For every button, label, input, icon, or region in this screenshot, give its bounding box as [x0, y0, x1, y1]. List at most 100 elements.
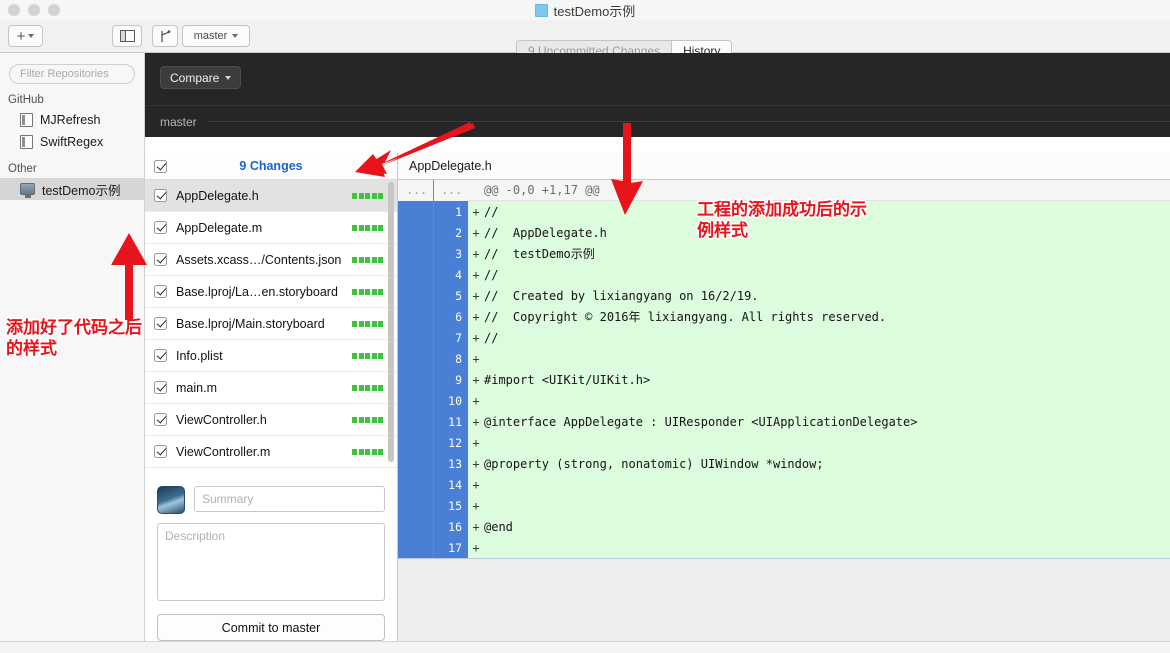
diff-line-sign: +: [472, 456, 480, 471]
file-checkbox[interactable]: [154, 445, 167, 458]
file-name: Assets.xcass…/Contents.json: [176, 252, 342, 267]
window-title: testDemo示例: [0, 0, 1170, 20]
diff-line-text: // AppDelegate.h: [484, 225, 607, 240]
diff-line-number-new: 1: [434, 201, 468, 222]
sidebar-toggle-button[interactable]: [112, 25, 142, 47]
diff-line-number-old: [398, 264, 434, 285]
diff-content[interactable]: ...... @@ -0,0 +1,17 @@ 1 + // 2 + // AppDelega…: [398, 180, 1170, 653]
file-checkbox[interactable]: [154, 285, 167, 298]
file-row[interactable]: AppDelegate.h: [145, 180, 397, 212]
diff-line-number-new: 7: [434, 327, 468, 348]
file-checkbox[interactable]: [154, 221, 167, 234]
add-repository-button[interactable]: +: [8, 25, 43, 47]
diff-line-sign: +: [472, 477, 480, 492]
diff-line-number-old: [398, 390, 434, 411]
diff-line: 3 + // testDemo示例: [398, 243, 1170, 264]
file-checkbox[interactable]: [154, 189, 167, 202]
diff-line-number-new: 13: [434, 453, 468, 474]
repository-sidebar: Filter Repositories GitHub MJRefresh Swi…: [0, 53, 145, 641]
diff-line-text: // testDemo示例: [484, 247, 595, 261]
diff-line-number-old: [398, 411, 434, 432]
file-row[interactable]: Base.lproj/Main.storyboard: [145, 308, 397, 340]
compare-button-label: Compare: [170, 70, 220, 85]
window-titlebar: testDemo示例: [0, 0, 1170, 20]
filter-repositories-input[interactable]: Filter Repositories: [9, 64, 135, 84]
diff-line-number-old: [398, 327, 434, 348]
diff-line: 13 + @property (strong, nonatomic) UIWindo…: [398, 453, 1170, 474]
change-indicator-bars: [352, 352, 383, 359]
file-row[interactable]: Info.plist: [145, 340, 397, 372]
file-row[interactable]: ViewController.h: [145, 404, 397, 436]
window-title-text: testDemo示例: [553, 3, 636, 19]
change-indicator-bars: [352, 416, 383, 423]
sidebar-item-testdemo[interactable]: testDemo示例: [0, 178, 144, 200]
file-checkbox[interactable]: [154, 349, 167, 362]
diff-line-sign: +: [472, 519, 480, 534]
sidebar-item-mjrefresh[interactable]: MJRefresh: [0, 109, 144, 131]
diff-line: 11 + @interface AppDelegate : UIResponder …: [398, 411, 1170, 432]
branch-selector-label: master: [193, 30, 228, 42]
change-indicator-bars: [352, 224, 383, 231]
diff-line-number-new: 12: [434, 432, 468, 453]
file-row[interactable]: ViewController.m: [145, 436, 397, 468]
diff-line-number-old: [398, 201, 434, 222]
commit-summary-input[interactable]: Summary: [194, 486, 385, 512]
sidebar-section-github: GitHub: [8, 94, 44, 106]
diff-line: 9 + #import <UIKit/UIKit.h>: [398, 369, 1170, 390]
diff-line-sign: +: [472, 204, 480, 219]
changed-files-list[interactable]: AppDelegate.h AppDelegate.m Assets.xcass…/…: [145, 180, 397, 476]
branch-graph-line: [208, 121, 1170, 122]
file-checkbox[interactable]: [154, 317, 167, 330]
file-row[interactable]: Assets.xcass…/Contents.json: [145, 244, 397, 276]
diff-line: 4 + //: [398, 264, 1170, 285]
diff-line: 1 + //: [398, 201, 1170, 222]
changes-panel: 9 Changes AppDelegate.h AppDelegate.m Asse…: [145, 153, 398, 653]
compare-button[interactable]: Compare: [160, 66, 242, 89]
diff-line-sign: +: [472, 393, 480, 408]
diff-line-number-new: 5: [434, 285, 468, 306]
changes-header: 9 Changes: [145, 153, 397, 180]
file-row[interactable]: AppDelegate.m: [145, 212, 397, 244]
file-list-scrollbar[interactable]: [388, 182, 394, 462]
diff-line-text: @property (strong, nonatomic) UIWindow *…: [484, 456, 824, 471]
diff-line-number-old: [398, 369, 434, 390]
branch-selector-button[interactable]: master: [182, 25, 250, 47]
commit-description-input[interactable]: Description: [157, 523, 385, 601]
chevron-down-icon: [232, 34, 239, 38]
diff-line-number-new: 15: [434, 495, 468, 516]
diff-line-text: #import <UIKit/UIKit.h>: [484, 372, 651, 387]
diff-line: 5 + // Created by lixiangyang on 16/2/19.: [398, 285, 1170, 306]
sidebar-item-label: SwiftRegex: [40, 135, 104, 149]
diff-line-number-old: [398, 285, 434, 306]
diff-line-number-new: 10: [434, 390, 468, 411]
change-indicator-bars: [352, 448, 383, 455]
file-checkbox[interactable]: [154, 253, 167, 266]
diff-line-number-old: [398, 453, 434, 474]
branch-icon-button[interactable]: [152, 25, 178, 47]
plus-icon: +: [16, 27, 26, 45]
diff-line-text: //: [484, 330, 499, 345]
commit-button[interactable]: Commit to master: [157, 614, 385, 641]
file-checkbox[interactable]: [154, 381, 167, 394]
diff-line-sign: +: [472, 246, 480, 261]
diff-line-text: //: [484, 204, 499, 219]
repo-monitor-icon: [20, 183, 35, 198]
sidebar-item-swiftregex[interactable]: SwiftRegex: [0, 131, 144, 153]
file-row[interactable]: Base.lproj/La…en.storyboard: [145, 276, 397, 308]
file-row[interactable]: main.m: [145, 372, 397, 404]
file-name: Base.lproj/Main.storyboard: [176, 316, 325, 331]
sidebar-toggle-icon: [119, 30, 135, 42]
diff-line-sign: +: [472, 267, 480, 282]
diff-line: 17 +: [398, 537, 1170, 558]
diff-line-sign: +: [472, 330, 480, 345]
repo-book-icon: [20, 135, 33, 149]
change-indicator-bars: [352, 320, 383, 327]
sidebar-item-label: MJRefresh: [40, 113, 101, 127]
diff-hunk-header-text: @@ -0,0 +1,17 @@: [484, 183, 600, 197]
repo-book-icon: [20, 113, 33, 127]
diff-line-number-old: [398, 222, 434, 243]
file-checkbox[interactable]: [154, 413, 167, 426]
diff-line-sign: +: [472, 288, 480, 303]
diff-line-number-new: 9: [434, 369, 468, 390]
main-toolbar: + master 9 Uncommitted Changes History: [0, 20, 1170, 62]
